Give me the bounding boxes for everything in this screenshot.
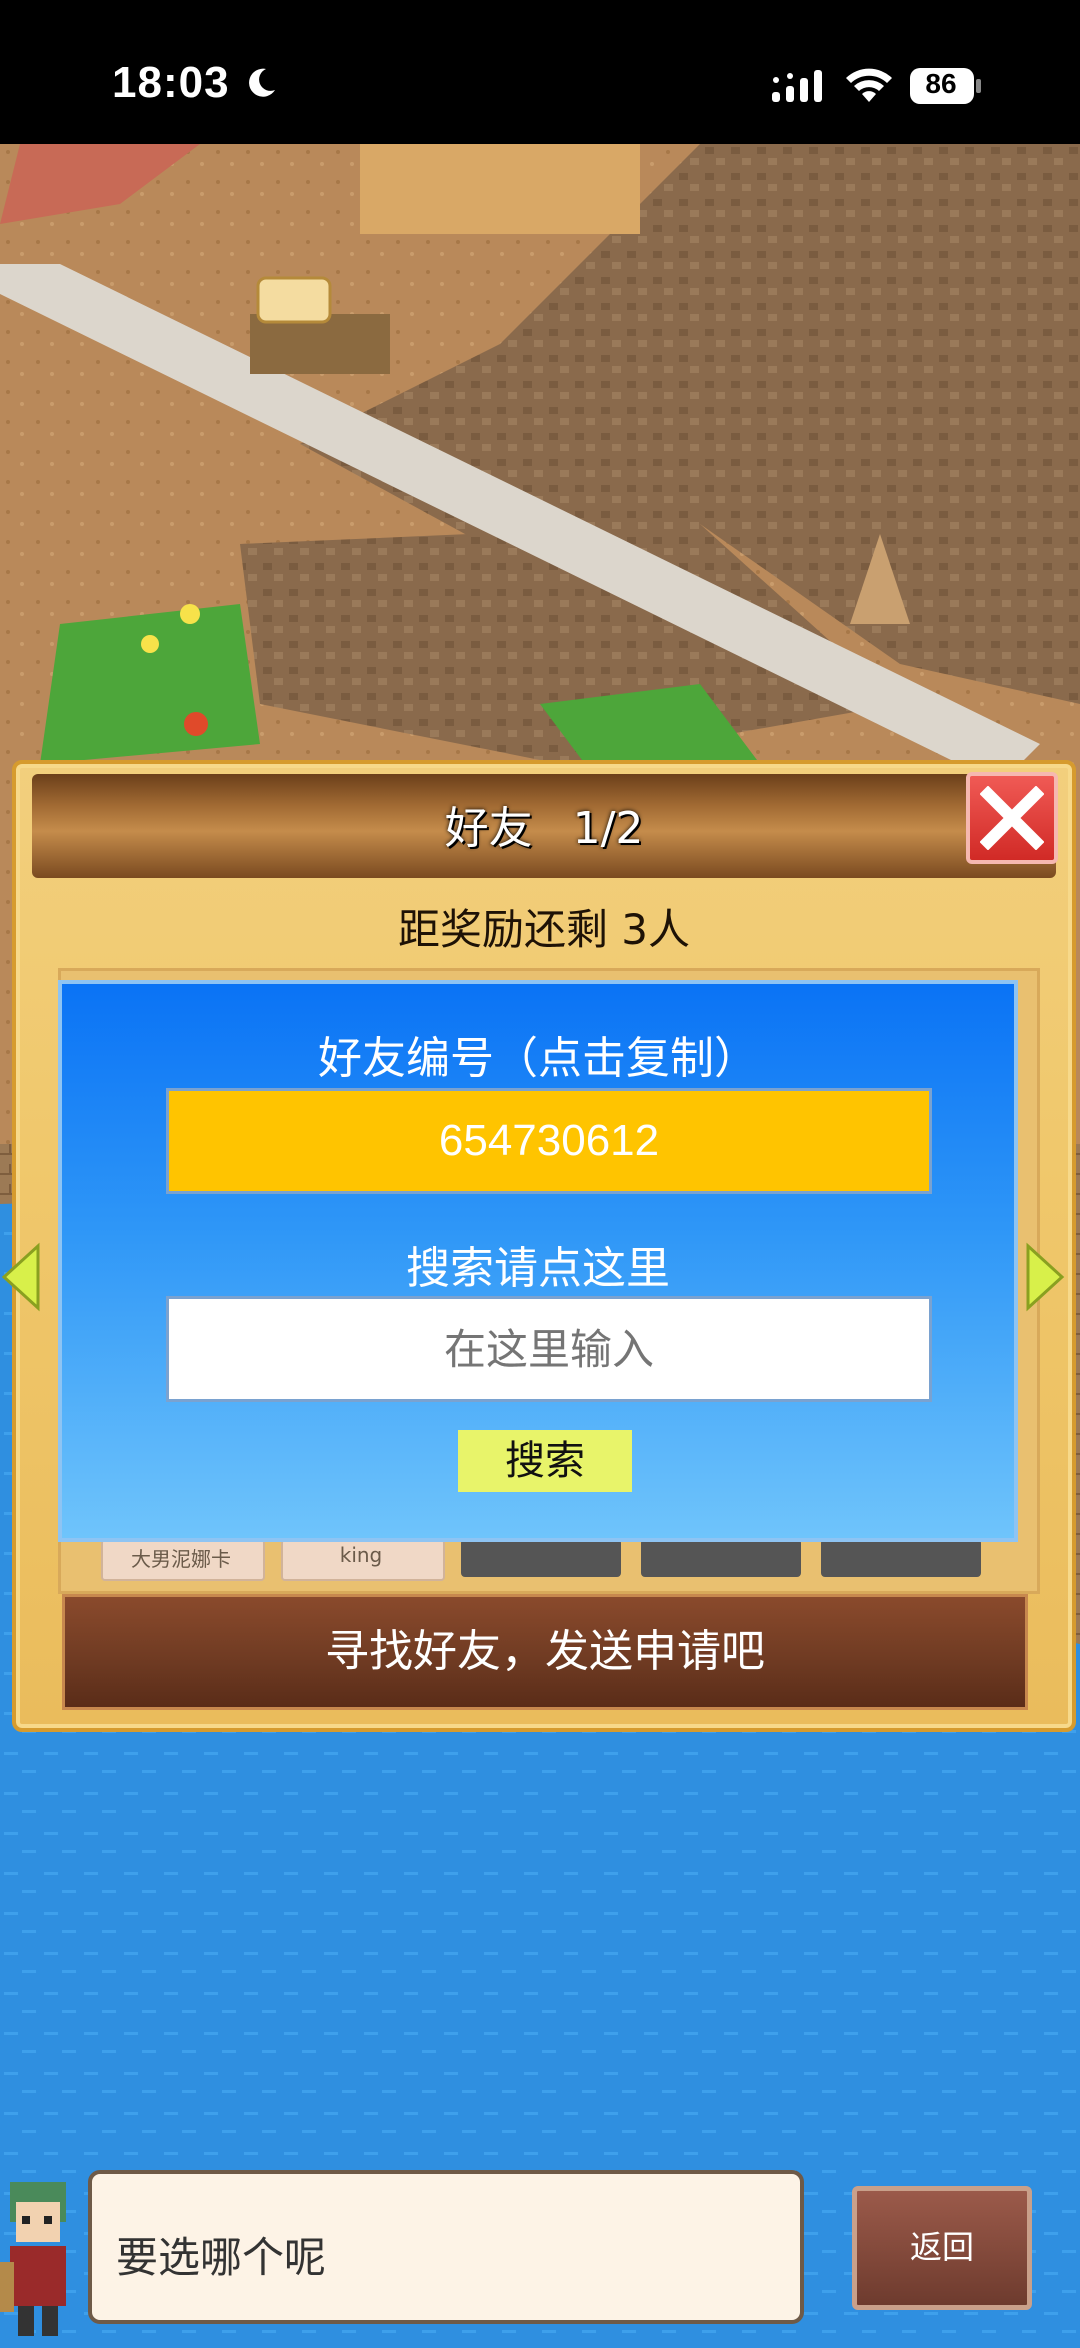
panel-title-label: 好友 xyxy=(444,803,533,854)
character-avatar xyxy=(0,2182,66,2336)
friend-id-copy-box[interactable]: 654730612 xyxy=(166,1088,932,1194)
search-button[interactable]: 搜索 xyxy=(458,1430,632,1492)
battery-level: 86 xyxy=(925,68,957,99)
prev-page-arrow-icon[interactable] xyxy=(0,1242,40,1312)
friend-slot-name: king xyxy=(339,1543,383,1567)
message-box: 要选哪个呢 xyxy=(88,2170,804,2324)
empty-friend-slot[interactable] xyxy=(821,1539,981,1577)
moon-icon xyxy=(249,68,275,97)
empty-friend-slot[interactable] xyxy=(461,1539,621,1577)
find-friends-button[interactable]: 寻找好友，发送申请吧 xyxy=(62,1594,1028,1710)
empty-friend-slot[interactable] xyxy=(641,1539,801,1577)
friend-code-dialog: 好友编号（点击复制） 654730612 搜索请点这里 搜索 xyxy=(58,980,1018,1542)
search-hint: 搜索请点这里 xyxy=(406,1243,670,1294)
friend-slot-name: 大男泥娜卡 xyxy=(131,1547,231,1571)
wifi-icon xyxy=(846,68,892,102)
panel-title: 好友 1/2 xyxy=(16,792,1072,856)
back-button[interactable]: 返回 xyxy=(852,2186,1032,2310)
friend-search-input[interactable] xyxy=(166,1296,932,1402)
message-text: 要选哪个呢 xyxy=(116,2233,327,2282)
close-button[interactable] xyxy=(966,772,1058,864)
panel-page-indicator: 1/2 xyxy=(572,803,644,854)
friend-code-title: 好友编号（点击复制） xyxy=(318,1033,758,1084)
status-bar: 18:03 86 xyxy=(0,0,1080,144)
signal-icon xyxy=(772,70,822,102)
reward-progress-text: 距奖励还剩 3人 xyxy=(397,905,691,954)
close-icon xyxy=(980,786,1044,850)
next-page-arrow-icon[interactable] xyxy=(1026,1242,1066,1312)
status-time: 18:03 xyxy=(112,58,230,107)
